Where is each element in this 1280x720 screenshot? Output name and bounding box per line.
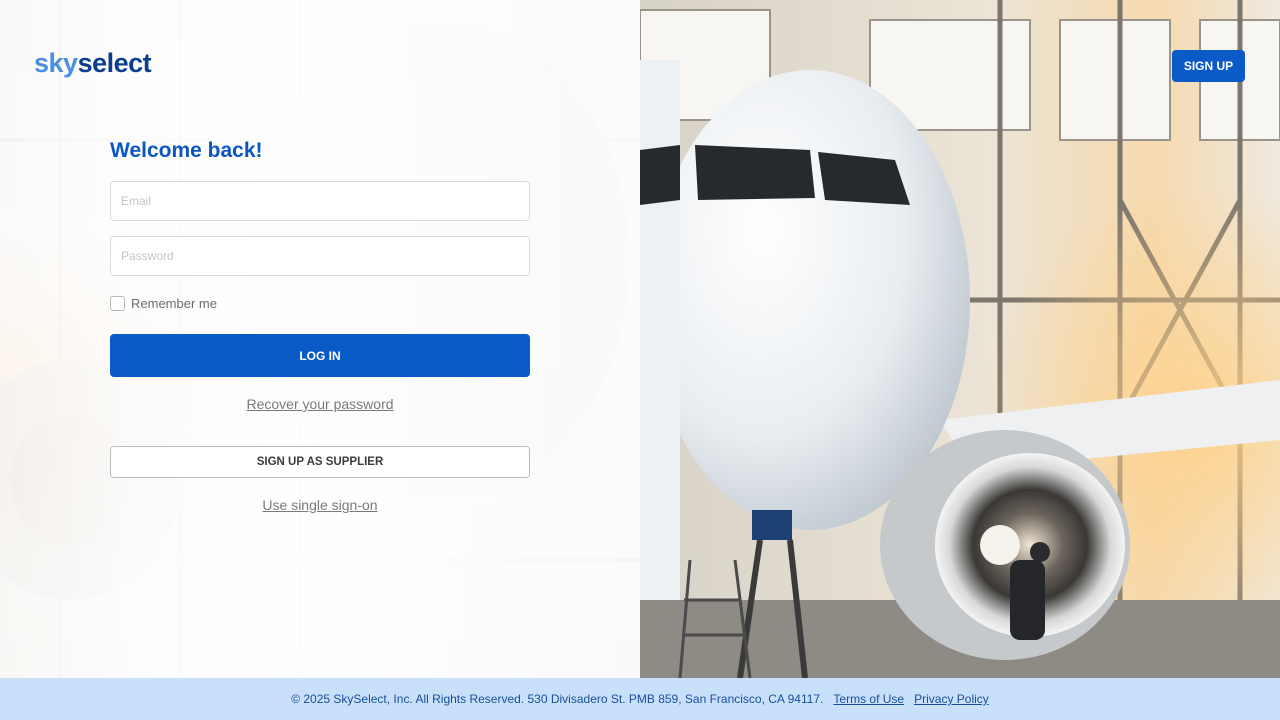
recover-password-link[interactable]: Recover your password xyxy=(110,396,530,412)
hero-image xyxy=(640,0,1280,678)
terms-of-use-link[interactable]: Terms of Use xyxy=(833,692,904,706)
signup-supplier-button[interactable]: SIGN UP AS SUPPLIER xyxy=(110,446,530,478)
airplane-hangar-illustration xyxy=(640,0,1280,678)
logo-select-text: select xyxy=(77,48,152,78)
remember-me[interactable]: Remember me xyxy=(110,296,217,311)
welcome-heading: Welcome back! xyxy=(110,139,263,162)
signup-button[interactable]: SIGN UP xyxy=(1172,50,1245,82)
remember-me-checkbox[interactable] xyxy=(110,296,125,311)
single-sign-on-link[interactable]: Use single sign-on xyxy=(110,497,530,513)
login-button[interactable]: LOG IN xyxy=(110,334,530,377)
password-field[interactable] xyxy=(110,236,530,276)
skyselect-logo[interactable]: skyselect xyxy=(34,48,152,79)
privacy-policy-link[interactable]: Privacy Policy xyxy=(914,692,989,706)
logo-sky-text: sky xyxy=(34,48,78,78)
email-field[interactable] xyxy=(110,181,530,221)
remember-me-label: Remember me xyxy=(131,296,217,311)
login-panel: skyselect Welcome back! Remember me LOG … xyxy=(0,0,640,678)
footer: © 2025 SkySelect, Inc. All Rights Reserv… xyxy=(0,678,1280,720)
copyright-text: © 2025 SkySelect, Inc. All Rights Reserv… xyxy=(291,692,824,706)
